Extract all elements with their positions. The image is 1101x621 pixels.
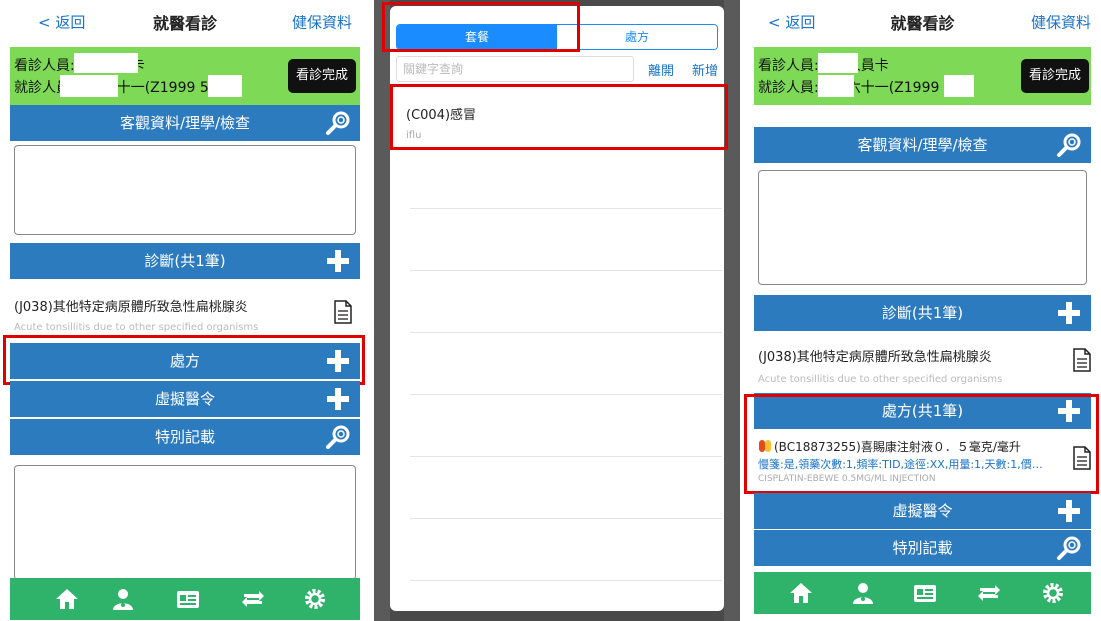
special-note-section-bar[interactable]: 特別記載 [10, 419, 360, 455]
list-divider [410, 456, 722, 457]
special-note-section-bar[interactable]: 特別記載 [754, 530, 1091, 566]
list-divider [410, 332, 722, 333]
plus-icon[interactable] [1055, 299, 1083, 327]
redaction [818, 53, 858, 73]
keyword-search-input[interactable]: 關鍵字查詢 [396, 56, 634, 82]
magnifier-icon[interactable] [324, 109, 352, 137]
magnifier-icon[interactable] [1055, 131, 1083, 159]
nav-bar: < 返回 就醫看診 健保資料 [744, 0, 1101, 46]
add-button[interactable]: 新增 [692, 60, 718, 79]
doctor-icon[interactable] [850, 580, 876, 606]
section-title: 客觀資料/理學/檢查 [119, 114, 251, 132]
diagnosis-english: Acute tonsillitis due to other specified… [758, 374, 1003, 385]
highlight-box [390, 84, 728, 150]
redaction [818, 75, 854, 97]
objective-section-bar[interactable]: 客觀資料/理學/檢查 [10, 105, 360, 141]
patient-info-bar: 看診人員:測試人員卡 就診人員:測試六十一(Z1999 52) 看診完成 [754, 47, 1091, 105]
redaction [208, 75, 242, 97]
special-note-textarea[interactable] [14, 465, 356, 580]
diagnosis-item[interactable]: (J038)其他特定病原體所致急性扁桃腺炎 [14, 296, 248, 315]
diagnosis-english: Acute tonsillitis due to other specified… [14, 322, 259, 333]
section-title: 虛擬醫令 [154, 390, 215, 408]
sync-icon[interactable] [976, 580, 1002, 606]
patient-label: 就診人員:測試六十一(Z1999 52) [758, 80, 968, 96]
home-icon[interactable] [54, 586, 80, 612]
list-divider [410, 518, 722, 519]
left-screen: < 返回 就醫看診 健保資料 看診人員:測試人員卡 就診人員:測試六十一(Z19… [0, 0, 370, 621]
magnifier-icon[interactable] [1055, 534, 1083, 562]
virtual-order-section-bar[interactable]: 虛擬醫令 [754, 493, 1091, 529]
sync-icon[interactable] [240, 586, 266, 612]
leave-button[interactable]: 離開 [648, 60, 674, 79]
objective-textarea[interactable] [758, 170, 1087, 285]
section-title: 診斷(共1筆) [144, 252, 226, 270]
section-title: 虛擬醫令 [892, 502, 953, 520]
magnifier-icon[interactable] [324, 423, 352, 451]
highlight-box [744, 394, 1099, 494]
list-divider [410, 394, 722, 395]
background-strip [374, 0, 390, 621]
objective-section-bar[interactable]: 客觀資料/理學/檢查 [754, 127, 1091, 163]
redaction [944, 75, 974, 97]
middle-screen: 套餐 處方 關鍵字查詢 離開 新增 (C004)感冒 iflu [374, 0, 740, 621]
insurance-data-link[interactable]: 健保資料 [1031, 12, 1091, 33]
section-title: 特別記載 [892, 539, 953, 557]
plus-icon[interactable] [324, 247, 352, 275]
diagnosis-section-bar[interactable]: 診斷(共1筆) [10, 243, 360, 279]
list-divider [410, 580, 722, 581]
insurance-data-link[interactable]: 健保資料 [292, 12, 352, 33]
highlight-box [3, 335, 365, 385]
bottom-nav [754, 572, 1091, 614]
redaction [74, 53, 138, 73]
card-icon[interactable] [175, 586, 201, 612]
list-divider [410, 208, 722, 209]
section-title: 客觀資料/理學/檢查 [857, 136, 988, 154]
objective-textarea[interactable] [14, 145, 356, 235]
card-icon[interactable] [912, 580, 938, 606]
diagnosis-item[interactable]: (J038)其他特定病原體所致急性扁桃腺炎 [758, 346, 992, 365]
doctor-icon[interactable] [110, 586, 136, 612]
plus-icon[interactable] [1055, 497, 1083, 525]
tab-prescription[interactable]: 處方 [557, 25, 717, 49]
list-divider [410, 270, 722, 271]
patient-info-bar: 看診人員:測試人員卡 就診人員:測試六十一(Z1999 52) 看診完成 [10, 47, 360, 105]
section-title: 診斷(共1筆) [881, 304, 964, 322]
settings-icon[interactable] [1040, 580, 1066, 606]
finish-visit-button[interactable]: 看診完成 [287, 59, 356, 93]
settings-icon[interactable] [302, 586, 328, 612]
section-title: 特別記載 [154, 428, 215, 446]
highlight-box [382, 2, 580, 52]
diagnosis-section-bar[interactable]: 診斷(共1筆) [754, 295, 1091, 331]
document-icon[interactable] [1072, 348, 1092, 372]
bottom-nav [10, 578, 360, 620]
virtual-order-section-bar[interactable]: 虛擬醫令 [10, 381, 360, 417]
nav-bar: < 返回 就醫看診 健保資料 [0, 0, 370, 46]
plus-icon[interactable] [324, 385, 352, 413]
home-icon[interactable] [788, 580, 814, 606]
right-screen: < 返回 就醫看診 健保資料 看診人員:測試人員卡 就診人員:測試六十一(Z19… [744, 0, 1101, 621]
finish-visit-button[interactable]: 看診完成 [1020, 59, 1089, 93]
patient-label: 就診人員:測試六十一(Z1999 52) [14, 80, 224, 96]
redaction [60, 75, 118, 97]
document-icon[interactable] [333, 300, 353, 324]
